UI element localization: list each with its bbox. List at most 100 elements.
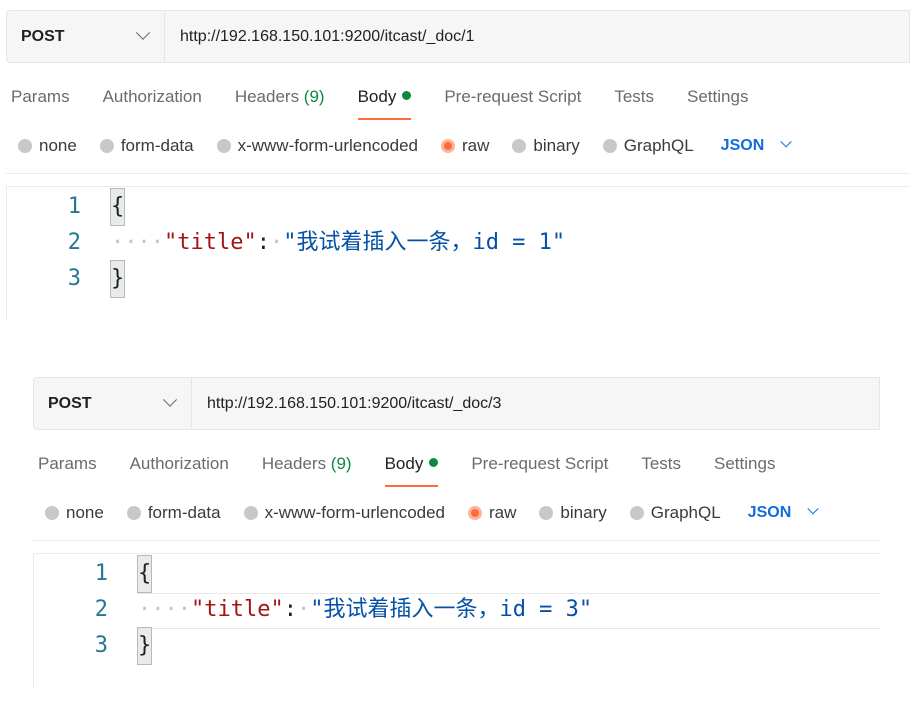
body-type-label: none (39, 136, 77, 155)
close-brace: } (136, 627, 153, 665)
line-number: 2 (67, 230, 81, 255)
json-colon: : (283, 597, 297, 622)
close-brace: } (109, 260, 126, 298)
method-label: POST (21, 27, 65, 45)
radio-icon (126, 506, 141, 520)
tab-body[interactable]: Body (357, 74, 412, 120)
body-type-label: raw (462, 136, 490, 155)
line-number: 2 (94, 597, 108, 622)
open-brace: { (136, 555, 153, 593)
divider (6, 173, 910, 174)
method-select[interactable]: POST (7, 11, 165, 62)
tab-tests[interactable]: Tests (641, 441, 681, 487)
radio-icon (216, 139, 231, 153)
request-panel-2: POST http://192.168.150.101:9200/itcast/… (33, 377, 880, 688)
tab-headers-label: Headers (261, 454, 331, 473)
url-input[interactable]: http://192.168.150.101:9200/itcast/_doc/… (165, 11, 909, 62)
tab-params[interactable]: Params (38, 441, 97, 487)
line-number: 3 (67, 266, 81, 291)
body-type-label: form-data (120, 136, 194, 155)
tab-settings[interactable]: Settings (714, 441, 775, 487)
body-type-urlencoded[interactable]: x-www-form-urlencoded (216, 136, 419, 156)
body-type-form-data[interactable]: form-data (126, 503, 221, 523)
headers-count: (9) (330, 454, 352, 473)
body-type-options: none form-data x-www-form-urlencoded raw… (45, 501, 819, 525)
tab-body[interactable]: Body (384, 441, 439, 487)
tab-params[interactable]: Params (11, 74, 70, 120)
code-editor[interactable]: 1 { 2 ····"title":·"我试着插入一条，id = 1" 3 } (6, 186, 910, 321)
json-colon: : (256, 230, 270, 255)
body-type-label: none (66, 503, 104, 522)
line-number: 1 (67, 194, 81, 219)
tab-pre-request-script[interactable]: Pre-request Script (444, 74, 581, 120)
body-type-label: GraphQL (623, 136, 694, 155)
tab-pre-request-script[interactable]: Pre-request Script (471, 441, 608, 487)
json-value: "我试着插入一条，id = 1" (283, 230, 566, 255)
radio-icon (99, 139, 114, 153)
green-dot-icon (402, 91, 412, 101)
line-number: 3 (94, 633, 108, 658)
tab-headers[interactable]: Headers (9) (235, 74, 325, 120)
body-type-none[interactable]: none (45, 503, 104, 523)
tab-authorization[interactable]: Authorization (130, 441, 229, 487)
json-key: "title" (163, 230, 257, 255)
tab-headers[interactable]: Headers (9) (262, 441, 352, 487)
line-content: { (109, 188, 126, 226)
radio-selected-icon (441, 139, 456, 153)
radio-selected-icon (468, 506, 483, 520)
body-type-graphql[interactable]: GraphQL (602, 136, 694, 156)
body-type-urlencoded[interactable]: x-www-form-urlencoded (243, 503, 446, 523)
divider (33, 540, 880, 541)
radio-icon (243, 506, 258, 520)
line-content: ····"title":·"我试着插入一条，id = 3" (138, 592, 592, 628)
whitespace-dots: ···· (138, 597, 191, 622)
body-type-raw[interactable]: raw (468, 503, 516, 523)
url-input[interactable]: http://192.168.150.101:9200/itcast/_doc/… (192, 378, 879, 429)
chevron-down-icon (135, 25, 151, 40)
code-line-1: 1 { (7, 188, 126, 226)
method-label: POST (48, 394, 92, 412)
body-type-form-data[interactable]: form-data (99, 136, 194, 156)
tab-tests[interactable]: Tests (614, 74, 654, 120)
whitespace-dots: · (296, 597, 311, 622)
format-select[interactable]: JSON (720, 136, 792, 155)
code-line-2: 2 ····"title":·"我试着插入一条，id = 1" (7, 225, 565, 261)
tab-headers-label: Headers (234, 87, 304, 106)
code-line-2: 2 ····"title":·"我试着插入一条，id = 3" (34, 592, 592, 628)
body-type-none[interactable]: none (18, 136, 77, 156)
line-content: ····"title":·"我试着插入一条，id = 1" (111, 225, 565, 261)
json-value: "我试着插入一条，id = 3" (310, 597, 593, 622)
tab-settings[interactable]: Settings (687, 74, 748, 120)
method-select[interactable]: POST (34, 378, 192, 429)
open-brace: { (109, 188, 126, 226)
code-line-1: 1 { (34, 555, 153, 593)
line-content: } (136, 627, 153, 665)
body-type-raw[interactable]: raw (441, 136, 489, 156)
tab-authorization[interactable]: Authorization (103, 74, 202, 120)
radio-icon (18, 139, 32, 153)
body-type-binary[interactable]: binary (512, 136, 580, 156)
line-number: 1 (94, 561, 108, 586)
body-type-label: form-data (147, 503, 221, 522)
green-dot-icon (429, 458, 439, 468)
body-type-label: binary (533, 136, 580, 155)
chevron-down-icon (162, 392, 178, 407)
code-editor[interactable]: 1 { 2 ····"title":·"我试着插入一条，id = 3" 3 } (33, 553, 880, 688)
format-label: JSON (747, 504, 792, 521)
format-label: JSON (720, 137, 765, 154)
request-tabs: Params Authorization Headers (9) Body Pr… (11, 74, 781, 120)
format-select[interactable]: JSON (747, 503, 819, 522)
body-type-options: none form-data x-www-form-urlencoded raw… (18, 134, 792, 158)
chevron-down-icon (780, 136, 792, 148)
radio-icon (602, 139, 617, 153)
request-panel-1: POST http://192.168.150.101:9200/itcast/… (6, 10, 910, 321)
body-type-graphql[interactable]: GraphQL (629, 503, 721, 523)
body-type-binary[interactable]: binary (539, 503, 607, 523)
body-type-label: x-www-form-urlencoded (264, 503, 446, 522)
request-bar: POST http://192.168.150.101:9200/itcast/… (6, 10, 910, 63)
body-type-label: GraphQL (650, 503, 721, 522)
line-content: { (136, 555, 153, 593)
body-type-label: raw (489, 503, 517, 522)
body-type-label: x-www-form-urlencoded (237, 136, 419, 155)
radio-icon (629, 506, 644, 520)
